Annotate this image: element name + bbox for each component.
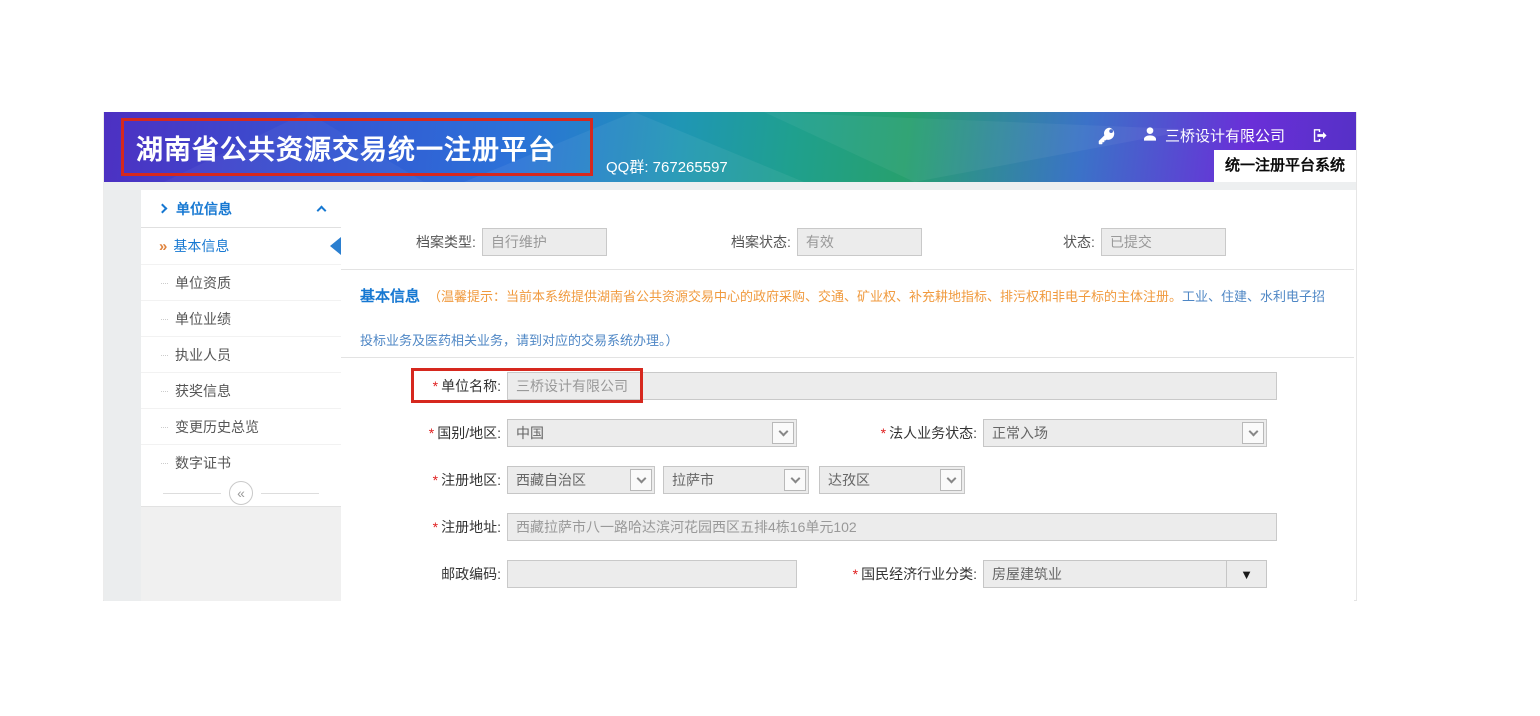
status-input[interactable]: [1101, 228, 1226, 256]
sidebar-item-change-history[interactable]: 变更历史总览: [141, 408, 341, 444]
form-row-country-status: *国别/地区: 中国 *法人业务状态: 正常入场: [341, 419, 1354, 447]
sidebar-item-label: 获奖信息: [175, 381, 231, 401]
user-icon: [1142, 126, 1158, 146]
reg-address-label: *注册地址:: [341, 517, 507, 537]
sidebar-group-label: 单位信息: [176, 199, 318, 219]
required-asterisk: *: [881, 425, 886, 441]
basic-info-form: *单位名称: *国别/地区: 中国 *法人业务状态:: [341, 358, 1354, 588]
city-select[interactable]: 拉萨市: [663, 466, 809, 494]
sidebar-item-awards[interactable]: 获奖信息: [141, 372, 341, 408]
sidebar-group-unit-info[interactable]: 单位信息: [141, 190, 341, 228]
status-field-status: 状态:: [1063, 228, 1226, 256]
form-row-postal-industry: 邮政编码: *国民经济行业分类: 房屋建筑业 ▼: [341, 560, 1354, 588]
country-select[interactable]: 中国: [507, 419, 797, 447]
status-field-archive-status: 档案状态:: [731, 228, 922, 256]
page-title: 湖南省公共资源交易统一注册平台: [136, 128, 556, 167]
header-divider: [104, 182, 1356, 190]
chevron-down-icon: [940, 469, 962, 491]
section-intro: 基本信息 （温馨提示：当前本系统提供湖南省公共资源交易中心的政府采购、交通、矿业权…: [341, 270, 1354, 358]
sidebar-menu: » 基本信息 单位资质 单位业绩 执业人员 获奖信息 变更历史总览: [141, 228, 341, 480]
field-label: 档案类型:: [416, 232, 476, 252]
archive-type-input[interactable]: [482, 228, 607, 256]
sidebar-item-practitioners[interactable]: 执业人员: [141, 336, 341, 372]
district-select[interactable]: 达孜区: [819, 466, 965, 494]
form-row-reg-region: *注册地区: 西藏自治区 拉萨市 达孜区: [341, 466, 1354, 494]
section-title: 基本信息: [360, 288, 420, 305]
chevron-down-icon: [1242, 422, 1264, 444]
divider-line: [163, 493, 221, 494]
archive-status-input[interactable]: [797, 228, 922, 256]
header-facet: [764, 112, 1194, 182]
status-field-archive-type: 档案类型:: [416, 228, 607, 256]
sidebar-collapse-button[interactable]: «: [141, 480, 341, 506]
chevron-down-icon: [630, 469, 652, 491]
chevron-down-icon: [772, 422, 794, 444]
user-menu[interactable]: 三桥设计有限公司: [1142, 125, 1285, 146]
sidebar-item-label: 基本信息: [173, 236, 229, 256]
legal-status-select[interactable]: 正常入场: [983, 419, 1267, 447]
sidebar-item-unit-performance[interactable]: 单位业绩: [141, 300, 341, 336]
header-actions: 三桥设计有限公司: [1098, 125, 1328, 146]
sidebar-item-label: 变更历史总览: [175, 417, 259, 437]
field-label: 状态:: [1063, 232, 1095, 252]
sidebar-item-label: 单位资质: [175, 273, 231, 293]
required-asterisk: *: [853, 566, 858, 582]
province-select[interactable]: 西藏自治区: [507, 466, 655, 494]
sidebar-filler: [141, 506, 341, 601]
divider-line: [261, 493, 319, 494]
active-marker-icon: »: [159, 238, 167, 255]
reg-address-input[interactable]: [507, 513, 1277, 541]
sidebar-item-basic-info[interactable]: » 基本信息: [141, 228, 341, 264]
collapse-icon: «: [229, 481, 253, 505]
key-icon[interactable]: [1098, 127, 1116, 145]
sidebar-item-label: 单位业绩: [175, 309, 231, 329]
reg-region-label: *注册地区:: [341, 470, 507, 490]
left-strip: [104, 190, 141, 601]
required-asterisk: *: [433, 378, 438, 394]
main-panel: 档案类型: 档案状态: 状态: 基本信息 （温馨提示：当前本系统提供湖南省公共资源…: [341, 190, 1354, 601]
form-row-unit-name: *单位名称:: [341, 372, 1354, 400]
sidebar-item-unit-qualification[interactable]: 单位资质: [141, 264, 341, 300]
logout-icon[interactable]: [1311, 127, 1328, 144]
status-bar: 档案类型: 档案状态: 状态:: [341, 190, 1354, 270]
chevron-down-icon: [784, 469, 806, 491]
required-asterisk: *: [433, 472, 438, 488]
form-row-reg-address: *注册地址:: [341, 513, 1354, 541]
app-window: 湖南省公共资源交易统一注册平台 QQ群: 767265597 三桥设计有限公司 …: [103, 112, 1357, 601]
system-tab[interactable]: 统一注册平台系统: [1214, 150, 1356, 182]
body-row: 单位信息 » 基本信息 单位资质 单位业绩 执业人员: [104, 190, 1356, 601]
sidebar-item-label: 数字证书: [175, 453, 231, 473]
qq-group-label: QQ群: 767265597: [606, 156, 728, 177]
section-hint-orange: （温馨提示：当前本系统提供湖南省公共资源交易中心的政府采购、交通、矿业权、补充耕…: [428, 289, 1182, 304]
app-header: 湖南省公共资源交易统一注册平台 QQ群: 767265597 三桥设计有限公司 …: [104, 112, 1356, 182]
unit-name-input[interactable]: [507, 372, 1277, 400]
user-company-name: 三桥设计有限公司: [1165, 125, 1285, 146]
postal-code-label: 邮政编码:: [341, 564, 507, 584]
unit-name-label: *单位名称:: [341, 376, 507, 396]
field-label: 档案状态:: [731, 232, 791, 252]
active-arrow-icon: [330, 237, 341, 255]
required-asterisk: *: [433, 519, 438, 535]
annotation-box-title: 湖南省公共资源交易统一注册平台: [121, 118, 593, 176]
chevron-up-icon: [317, 205, 327, 215]
country-label: *国别/地区:: [341, 423, 507, 443]
triangle-down-icon: ▼: [1226, 561, 1266, 587]
postal-code-input[interactable]: [507, 560, 797, 588]
sidebar: 单位信息 » 基本信息 单位资质 单位业绩 执业人员: [141, 190, 341, 601]
legal-status-label: *法人业务状态:: [797, 423, 983, 443]
industry-label: *国民经济行业分类:: [797, 564, 983, 584]
industry-select[interactable]: 房屋建筑业 ▼: [983, 560, 1267, 588]
required-asterisk: *: [429, 425, 434, 441]
sidebar-item-label: 执业人员: [175, 345, 231, 365]
chevron-right-icon: [158, 204, 168, 214]
sidebar-item-digital-certificate[interactable]: 数字证书: [141, 444, 341, 480]
